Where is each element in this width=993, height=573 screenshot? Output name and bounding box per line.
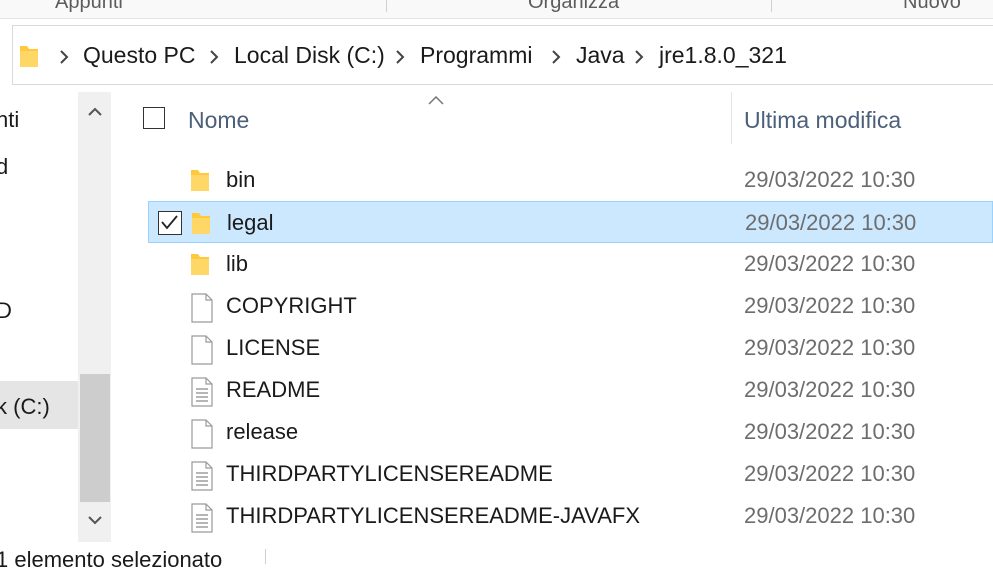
breadcrumb-this-pc[interactable]: Questo PC [83, 42, 196, 69]
folder-icon [190, 167, 210, 198]
folder-icon [191, 210, 211, 241]
file-row[interactable]: README 29/03/2022 10:30 [148, 369, 993, 411]
file-modified-date: 29/03/2022 10:30 [744, 293, 916, 318]
breadcrumb-jre[interactable]: jre1.8.0_321 [659, 42, 787, 69]
file-row[interactable]: LICENSE 29/03/2022 10:30 [148, 327, 993, 369]
file-row[interactable]: legal 29/03/2022 10:30 [148, 201, 993, 243]
file-row[interactable]: lib 29/03/2022 10:30 [148, 243, 993, 285]
sort-ascending-icon [428, 92, 444, 110]
nav-item[interactable]: nti [0, 107, 19, 133]
text-file-icon [190, 377, 214, 412]
file-icon [190, 335, 214, 370]
navigation-pane: nti d D k (C:) [0, 92, 112, 542]
text-file-icon [190, 503, 214, 538]
ribbon-group-new: Nuovo [903, 0, 961, 13]
breadcrumb-programmi[interactable]: Programmi [420, 42, 532, 69]
status-selection-count: 1 elemento selezionato [0, 547, 223, 572]
file-modified-date: 29/03/2022 10:30 [744, 419, 916, 444]
column-header-name[interactable]: Nome [188, 107, 249, 134]
file-name: bin [226, 167, 256, 192]
ribbon-group-labels: Appunti Organizza Nuovo [0, 0, 993, 19]
chevron-right-icon[interactable] [551, 50, 561, 69]
breadcrumb-java[interactable]: Java [576, 42, 625, 69]
file-name: THIRDPARTYLICENSEREADME-JAVAFX [226, 503, 640, 528]
file-icon [190, 293, 214, 328]
file-name: COPYRIGHT [226, 293, 357, 318]
breadcrumb-local-disk[interactable]: Local Disk (C:) [234, 42, 385, 69]
scroll-up-icon[interactable] [88, 104, 102, 122]
nav-item[interactable]: D [0, 298, 12, 324]
file-modified-date: 29/03/2022 10:30 [744, 335, 916, 360]
file-name: lib [226, 251, 249, 276]
file-modified-date: 29/03/2022 10:30 [744, 251, 916, 276]
file-modified-date: 29/03/2022 10:30 [744, 377, 916, 402]
file-modified-date: 29/03/2022 10:30 [744, 461, 916, 486]
file-row[interactable]: COPYRIGHT 29/03/2022 10:30 [148, 285, 993, 327]
nav-item[interactable]: d [0, 154, 8, 180]
address-bar[interactable]: Questo PC Local Disk (C:) Programmi Java… [12, 25, 993, 85]
scroll-down-icon[interactable] [88, 512, 102, 530]
select-all-checkbox[interactable] [143, 107, 165, 129]
column-header-modified[interactable]: Ultima modifica [744, 107, 901, 134]
status-separator [265, 549, 266, 564]
chevron-right-icon[interactable] [59, 50, 69, 69]
ribbon-group-organize: Organizza [528, 0, 620, 13]
chevron-right-icon[interactable] [634, 50, 644, 69]
folder-icon [190, 251, 210, 282]
file-row[interactable]: bin 29/03/2022 10:30 [148, 159, 993, 201]
file-icon [190, 419, 214, 454]
file-name: LICENSE [226, 335, 321, 360]
text-file-icon [190, 461, 214, 496]
nav-item-local-disk[interactable]: k (C:) [0, 394, 50, 420]
ribbon-separator [771, 0, 772, 12]
chevron-right-icon[interactable] [395, 50, 405, 69]
column-divider[interactable] [731, 92, 732, 144]
file-name: release [226, 419, 299, 444]
file-modified-date: 29/03/2022 10:30 [744, 167, 916, 192]
folder-icon [19, 43, 39, 74]
file-row[interactable]: THIRDPARTYLICENSEREADME 29/03/2022 10:30 [148, 453, 993, 495]
file-modified-date: 29/03/2022 10:30 [744, 503, 916, 528]
ribbon-group-clipboard: Appunti [55, 0, 123, 13]
row-checkbox[interactable] [158, 211, 182, 235]
chevron-right-icon[interactable] [209, 50, 219, 69]
nav-scrollbar-thumb[interactable] [80, 374, 110, 502]
file-modified-date: 29/03/2022 10:30 [745, 210, 917, 235]
file-name: README [226, 377, 321, 402]
ribbon-separator [386, 0, 387, 12]
status-bar: 1 elemento selezionato [0, 545, 993, 572]
file-name: legal [227, 210, 274, 235]
file-row[interactable]: release 29/03/2022 10:30 [148, 411, 993, 453]
file-row[interactable]: THIRDPARTYLICENSEREADME-JAVAFX 29/03/2022… [148, 495, 993, 537]
file-name: THIRDPARTYLICENSEREADME [226, 461, 553, 486]
